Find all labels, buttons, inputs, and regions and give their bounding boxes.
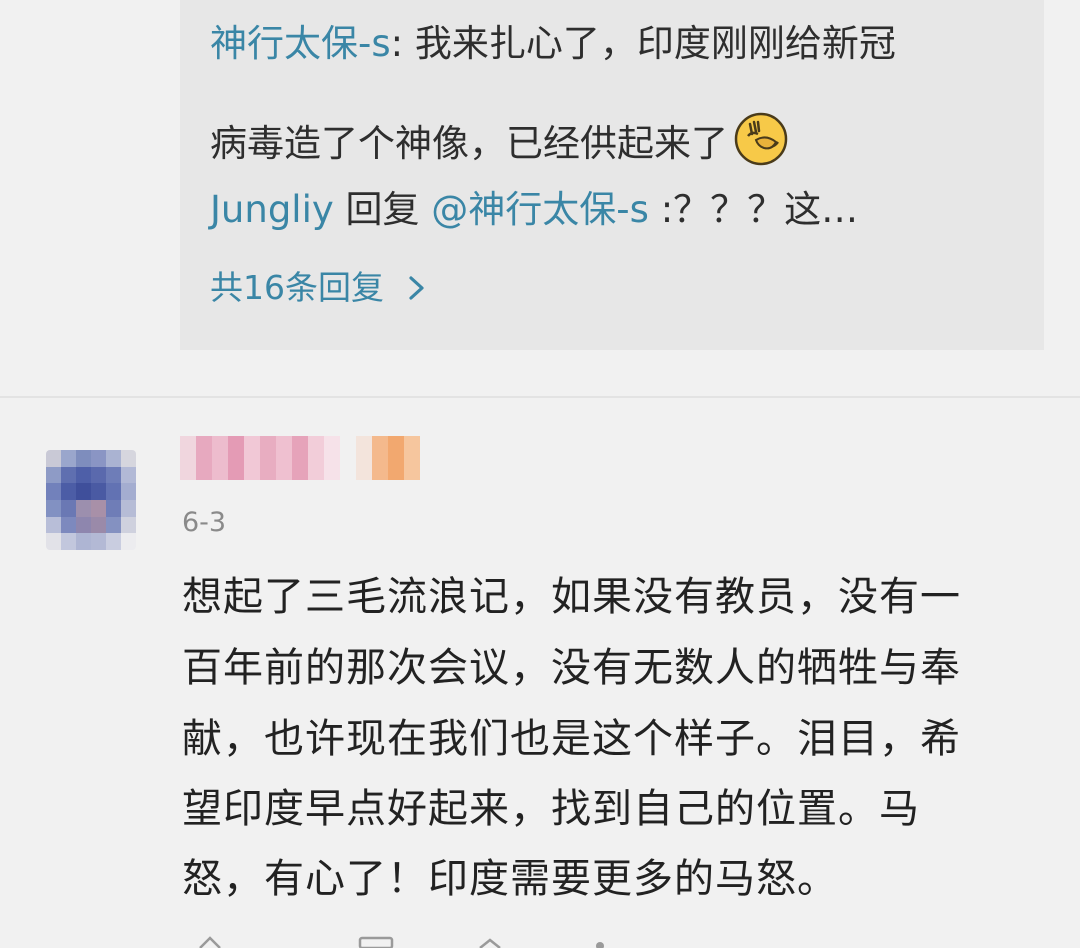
reply-line-3: Jungliy 回复 @神行太保-s :？？？这… — [210, 186, 858, 234]
comment-text-line: 怒，有心了！印度需要更多的马怒。 — [182, 856, 838, 902]
more-replies-label: 共16条回复 — [210, 268, 384, 307]
reply-author-link[interactable]: 神行太保-s — [210, 22, 391, 65]
reply-text-2: 病毒造了个神像，已经供起来了 — [210, 122, 728, 165]
reply-text-3: :？？？这… — [648, 188, 859, 231]
reply-word: 回复 — [333, 188, 432, 231]
comment-text-line: 想起了三毛流浪记，如果没有教员，没有一 — [182, 574, 961, 620]
comment-timestamp: 6-3 — [182, 507, 227, 538]
comment-text-line: 百年前的那次会议，没有无数人的牺牲与奉 — [182, 645, 961, 691]
comment-text-line: 献，也许现在我们也是这个样子。泪目，希 — [182, 716, 961, 762]
reply-preview-box[interactable]: 神行太保-s: 我来扎心了，印度刚刚给新冠 病毒造了个神像，已经供起来了 Jun… — [180, 0, 1044, 350]
more-icon — [596, 942, 604, 948]
reply-text-1: 我来扎心了，印度刚刚给新冠 — [414, 22, 896, 65]
share-icon — [199, 936, 221, 948]
user-avatar[interactable] — [46, 450, 136, 550]
chevron-right-icon — [409, 276, 424, 300]
face-palm-emoji-icon — [734, 112, 788, 166]
comment-icon — [358, 936, 394, 948]
reply-author-link-2[interactable]: Jungliy — [210, 188, 334, 231]
section-divider — [0, 396, 1080, 398]
more-replies-link[interactable]: 共16条回复 — [210, 264, 428, 312]
reply-line-2: 病毒造了个神像，已经供起来了 — [210, 112, 788, 168]
username-obscured[interactable] — [180, 436, 420, 480]
reply-mention-link[interactable]: @神行太保-s — [431, 188, 649, 231]
comment-action-icons — [199, 936, 604, 948]
comment-text-line: 望印度早点好起来，找到自己的位置。马 — [182, 786, 920, 832]
reply-line-1: 神行太保-s: 我来扎心了，印度刚刚给新冠 — [210, 20, 896, 68]
reply-separator: : — [390, 22, 415, 65]
like-icon — [479, 938, 501, 948]
